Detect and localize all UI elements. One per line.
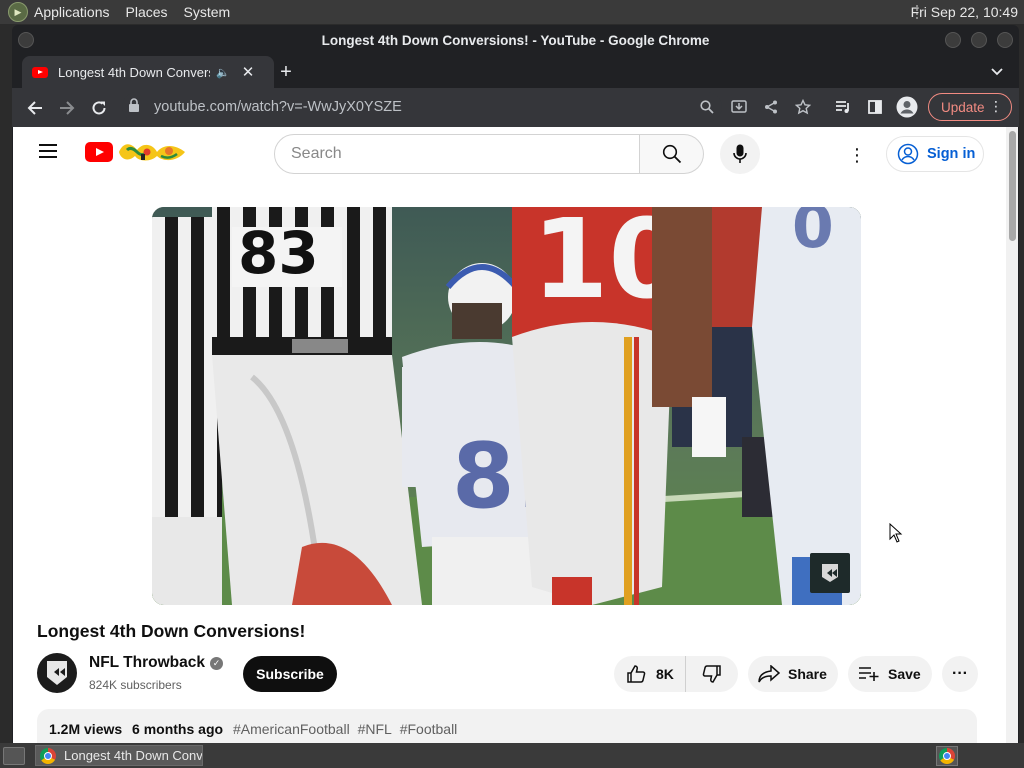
chrome-menu-dots-icon[interactable]: ⋮ — [989, 98, 1003, 115]
page-scrollbar[interactable] — [1006, 127, 1018, 743]
reload-icon[interactable] — [84, 93, 114, 123]
chrome-icon — [939, 748, 955, 764]
sign-in-label: Sign in — [927, 146, 976, 162]
like-button[interactable]: 8K — [614, 656, 686, 692]
search-page-icon[interactable] — [692, 92, 722, 122]
microphone-icon — [733, 144, 747, 163]
tray-chrome-icon[interactable] — [936, 746, 958, 766]
svg-text:0: 0 — [792, 207, 834, 262]
browser-toolbar: youtube.com/watch?v=-WwJyX0YSZE Update ⋮ — [12, 88, 1019, 127]
menu-system[interactable]: System — [184, 4, 231, 20]
view-count: 1.2M views — [49, 721, 123, 737]
subscriber-count: 824K subscribers — [89, 678, 182, 692]
site-info-lock-icon[interactable] — [128, 98, 140, 116]
share-label: Share — [788, 666, 827, 682]
taskbar-chrome-window[interactable]: Longest 4th Down Conversions! - YouTube … — [35, 745, 203, 766]
share-icon[interactable] — [756, 92, 786, 122]
share-button[interactable]: Share — [748, 656, 838, 692]
subscribe-button[interactable]: Subscribe — [243, 656, 337, 692]
profile-avatar-icon[interactable] — [892, 92, 922, 122]
hashtag-football[interactable]: #Football — [400, 721, 458, 737]
youtube-logo-icon[interactable] — [85, 142, 113, 162]
youtube-doodle-logo[interactable] — [117, 140, 187, 164]
thumbs-down-icon — [702, 665, 721, 683]
tab-youtube[interactable]: Longest 4th Down Conversions! - YouTube … — [22, 56, 274, 88]
media-controls-icon[interactable] — [828, 92, 858, 122]
audio-playing-icon[interactable]: 🔈 — [216, 66, 230, 79]
new-tab-button[interactable]: + — [274, 60, 298, 84]
back-arrow-icon[interactable] — [20, 93, 50, 123]
playlist-add-icon — [859, 667, 879, 681]
mouse-cursor-icon — [889, 523, 903, 543]
tab-search-chevron-icon[interactable] — [987, 62, 1007, 82]
gnome-foot-icon[interactable]: ▶ — [8, 2, 28, 22]
chrome-window: Longest 4th Down Conversions! - YouTube … — [12, 25, 1019, 743]
account-circle-icon — [897, 143, 919, 165]
channel-avatar[interactable] — [37, 653, 77, 693]
video-title: Longest 4th Down Conversions! — [37, 621, 306, 641]
tab-title: Longest 4th Down Conversions! - YouTube — [58, 64, 210, 80]
tab-close-icon[interactable]: ✕ — [242, 63, 255, 81]
description-box[interactable]: 1.2M views 6 months ago #AmericanFootbal… — [37, 709, 977, 743]
channel-name[interactable]: NFL Throwback ✓ — [89, 654, 223, 672]
youtube-page: Search ⋮ Sign in 83 81 10 0 Longest 4th … — [13, 127, 1018, 743]
update-label: Update — [941, 99, 985, 115]
panel-clock[interactable]: Fri Sep 22, 10:49 — [911, 4, 1018, 20]
thumbs-up-icon — [627, 665, 646, 683]
taskbar-window-title: Longest 4th Down Conversions! - YouTube … — [64, 748, 203, 763]
more-actions-button[interactable]: ··· — [942, 656, 978, 692]
hashtag-nfl[interactable]: #NFL — [358, 721, 392, 737]
upload-age: 6 months ago — [132, 721, 224, 737]
top-panel: ▶ Applications Places System Fri Sep 22,… — [0, 0, 1024, 24]
forward-arrow-icon[interactable] — [52, 93, 82, 123]
close-window-button[interactable] — [997, 32, 1013, 48]
url-text[interactable]: youtube.com/watch?v=-WwJyX0YSZE — [154, 99, 402, 115]
search-icon — [662, 144, 681, 164]
menu-places[interactable]: Places — [126, 4, 168, 20]
verified-check-icon: ✓ — [209, 656, 223, 670]
channel-name-text[interactable]: NFL Throwback — [89, 654, 205, 672]
install-app-icon[interactable] — [724, 92, 754, 122]
window-titlebar[interactable]: Longest 4th Down Conversions! - YouTube … — [12, 25, 1019, 56]
video-player[interactable]: 83 81 10 0 — [152, 207, 861, 605]
hashtag-americanfootball[interactable]: #AmericanFootball — [233, 721, 350, 737]
show-desktop-icon[interactable] — [3, 746, 25, 765]
minimize-button[interactable] — [945, 32, 961, 48]
share-arrow-icon — [758, 665, 780, 683]
voice-search-button[interactable] — [720, 134, 760, 174]
like-dislike-group: 8K — [614, 656, 738, 692]
svg-text:83: 83 — [238, 219, 319, 287]
nfl-throwback-watermark-icon[interactable] — [810, 553, 850, 593]
video-frame-image: 83 81 10 0 — [152, 207, 861, 605]
hamburger-menu-icon[interactable] — [39, 144, 57, 158]
maximize-button[interactable] — [971, 32, 987, 48]
like-count: 8K — [656, 666, 674, 682]
chrome-icon — [40, 747, 56, 764]
update-button[interactable]: Update ⋮ — [928, 93, 1012, 121]
bookmark-star-icon[interactable] — [788, 92, 818, 122]
window-title: Longest 4th Down Conversions! - YouTube … — [321, 33, 710, 48]
youtube-header: Search ⋮ Sign in — [13, 127, 1018, 183]
tab-strip: Longest 4th Down Conversions! - YouTube … — [12, 56, 1019, 88]
save-label: Save — [888, 666, 921, 682]
youtube-favicon-icon — [32, 66, 48, 78]
save-button[interactable]: Save — [848, 656, 932, 692]
bottom-taskbar: Longest 4th Down Conversions! - YouTube … — [0, 743, 1024, 768]
scrollbar-thumb[interactable] — [1009, 131, 1016, 241]
menu-applications[interactable]: Applications — [34, 4, 110, 20]
address-bar[interactable]: youtube.com/watch?v=-WwJyX0YSZE — [122, 92, 722, 122]
sign-in-button[interactable]: Sign in — [886, 136, 984, 172]
side-panel-icon[interactable] — [860, 92, 890, 122]
dislike-button[interactable] — [686, 656, 738, 692]
window-menu-button[interactable] — [18, 32, 34, 48]
search-placeholder: Search — [291, 145, 342, 162]
settings-more-icon[interactable]: ⋮ — [845, 141, 869, 169]
search-input[interactable]: Search — [274, 134, 640, 174]
nfl-throwback-logo-icon — [47, 661, 67, 685]
search-button[interactable] — [640, 134, 704, 174]
